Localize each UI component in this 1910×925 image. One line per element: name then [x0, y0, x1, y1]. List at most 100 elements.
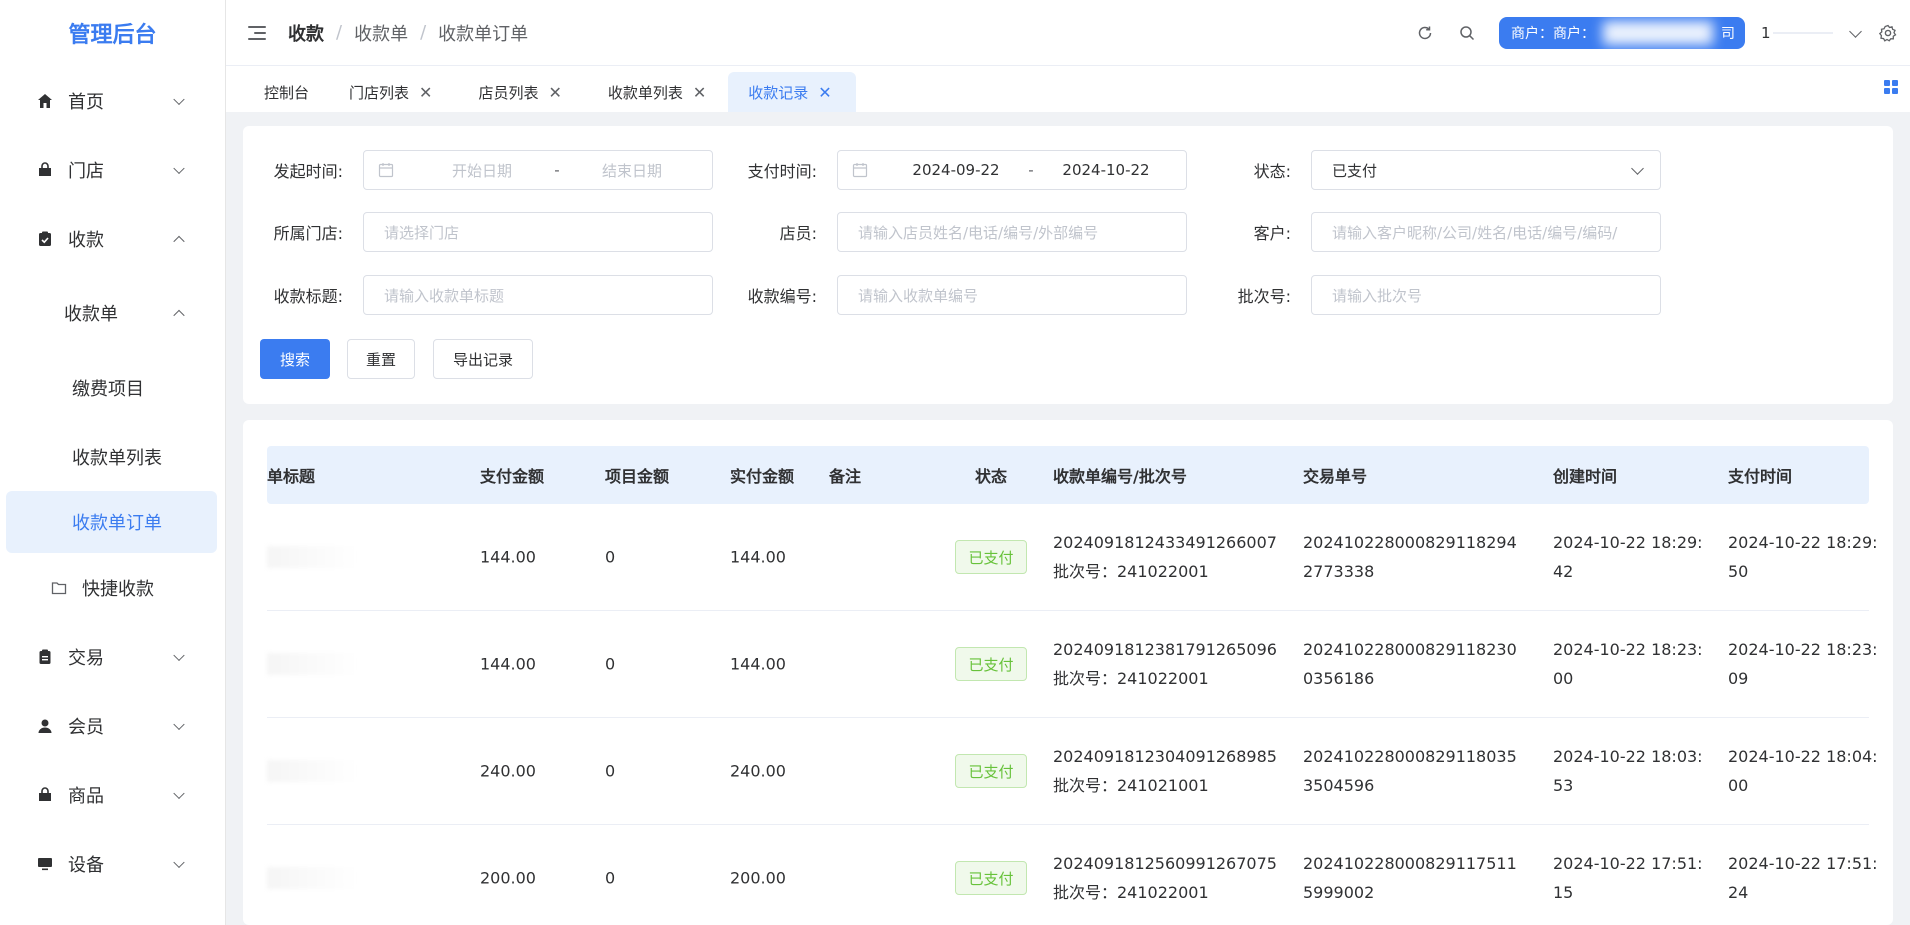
sidebar-item-home[interactable]: 首页	[0, 66, 225, 135]
filter-customer: 客户: 请输入客户昵称/公司/姓名/电话/编号/编码/	[1191, 212, 1661, 252]
close-icon[interactable]: ✕	[419, 83, 432, 102]
close-icon[interactable]: ✕	[548, 83, 561, 102]
app-root: 管理后台 首页 门店 收款 收款单 缴费项目 收款单列表 收款单订单 快捷收款 …	[0, 0, 1910, 925]
sidebar-item-label: 快捷收款	[82, 578, 154, 600]
sidebar-item-collection[interactable]: 收款	[0, 204, 225, 273]
table-row[interactable]: 144.00 0 144.00 已支付 20240918123817912650…	[267, 611, 1878, 718]
filter-store: 所属门店: 请选择门店	[243, 212, 713, 252]
actual-amount: 200.00	[730, 868, 786, 888]
sidebar-item-label: 收款单	[64, 304, 118, 325]
menu-toggle-icon[interactable]	[248, 25, 266, 40]
trade-number: 2024102280008291182942773338	[1303, 533, 1517, 581]
batch-input[interactable]: 请输入批次号	[1311, 275, 1661, 315]
chevron-down-icon	[173, 787, 185, 799]
user-icon	[36, 717, 54, 735]
code-input[interactable]: 请输入收款单编号	[837, 275, 1187, 315]
close-icon[interactable]: ✕	[818, 83, 831, 102]
end-date-input[interactable]: 结束日期	[572, 160, 692, 181]
refresh-icon[interactable]	[1415, 23, 1435, 43]
tab-store-list[interactable]: 门店列表 ✕	[325, 72, 454, 112]
collection-code: 20240918123817912650​96	[1053, 640, 1277, 659]
filter-panel: 发起时间: 开始日期 - 结束日期 支付时间: 2024-09-22 - 202…	[243, 126, 1893, 404]
tab-label: 店员列表	[478, 83, 539, 102]
pay-amount: 240.00	[480, 761, 536, 781]
sidebar-item-device[interactable]: 设备	[0, 829, 225, 898]
sidebar-item-collection-form[interactable]: 收款单	[0, 273, 225, 353]
customer-input[interactable]: 请输入客户昵称/公司/姓名/电话/编号/编码/	[1311, 212, 1661, 252]
pay-amount: 200.00	[480, 868, 536, 888]
pay-amount: 144.00	[480, 547, 536, 567]
table-row[interactable]: 240.00 0 240.00 已支付 20240918123040912689…	[267, 718, 1878, 825]
redacted-title	[267, 653, 357, 675]
gear-icon[interactable]	[1878, 23, 1898, 43]
user-name[interactable]: 1	[1761, 24, 1851, 42]
table-row[interactable]: 200.00 0 200.00 已支付 20240918125609912670…	[267, 825, 1878, 925]
clerk-input[interactable]: 请输入店员姓名/电话/编号/外部编号	[837, 212, 1187, 252]
search-button[interactable]: 搜索	[260, 339, 330, 379]
sidebar-item-fee-items[interactable]: 缴费项目	[0, 353, 225, 422]
app-logo[interactable]: 管理后台	[0, 0, 225, 66]
sidebar-item-label: 交易	[68, 647, 104, 669]
batch-number: 批次号：241021001	[1053, 776, 1209, 795]
field-label: 店员:	[779, 224, 817, 243]
collection-code: 20240918123040912689​85	[1053, 747, 1277, 766]
pay-date-range-picker[interactable]: 2024-09-22 - 2024-10-22	[837, 150, 1187, 190]
column-header: 支付时间	[1728, 467, 1793, 486]
start-date-input[interactable]: 开始日期	[422, 160, 542, 181]
column-header: 项目金额	[605, 467, 670, 486]
batch-number: 批次号：241022001	[1053, 669, 1209, 688]
sidebar-item-label: 会员	[68, 716, 104, 738]
collection-code-cell: 20240918125609912670​75 批次号：241022001	[1053, 849, 1293, 907]
tab-label: 收款单列表	[607, 83, 683, 102]
grid-icon[interactable]	[1884, 80, 1898, 94]
tab-clerk-list[interactable]: 店员列表 ✕	[454, 72, 583, 112]
field-label: 支付时间:	[747, 162, 817, 181]
sidebar-item-quick-collection[interactable]: 快捷收款	[0, 553, 225, 622]
column-header: 支付金额	[480, 467, 545, 486]
sidebar-item-store[interactable]: 门店	[0, 135, 225, 204]
tab-collection-records[interactable]: 收款记录 ✕	[728, 72, 856, 112]
trade-number: 2024102280008291182300356186	[1303, 640, 1517, 688]
folder-icon	[50, 579, 68, 597]
merchant-switcher[interactable]: 商户：商户： 司	[1499, 17, 1745, 49]
filter-title: 收款标题: 请输入收款单标题	[243, 275, 713, 315]
title-input[interactable]: 请输入收款单标题	[363, 275, 713, 315]
batch-number: 批次号：241022001	[1053, 562, 1209, 581]
store-select[interactable]: 请选择门店	[363, 212, 713, 252]
redacted-title	[267, 867, 357, 889]
tab-dashboard[interactable]: 控制台	[226, 72, 325, 112]
tab-label: 门店列表	[349, 83, 410, 102]
breadcrumb-item[interactable]: 收款	[288, 20, 324, 46]
filter-clerk: 店员: 请输入店员姓名/电话/编号/外部编号	[717, 212, 1187, 252]
sidebar-item-trade[interactable]: 交易	[0, 622, 225, 691]
trade-number: 2024102280008291175115999002	[1303, 854, 1517, 902]
pay-start-date[interactable]: 2024-09-22	[896, 161, 1016, 179]
collection-code: 20240918125609912670​75	[1053, 854, 1277, 873]
breadcrumb-separator: /	[336, 22, 343, 43]
breadcrumb-item[interactable]: 收款单	[354, 20, 408, 46]
export-button[interactable]: 导出记录	[433, 339, 533, 379]
search-icon[interactable]	[1457, 23, 1477, 43]
status-badge: 已支付	[955, 861, 1027, 895]
sidebar-item-collection-list[interactable]: 收款单列表	[0, 422, 225, 491]
merchant-label: 商户：商户：	[1511, 26, 1595, 42]
clipboard-icon	[36, 648, 54, 666]
table-row[interactable]: 144.00 0 144.00 已支付 20240918124334912660…	[267, 504, 1878, 611]
sidebar-item-goods[interactable]: 商品	[0, 760, 225, 829]
field-label: 收款编号:	[747, 287, 817, 306]
chevron-down-icon[interactable]	[1849, 24, 1862, 38]
status-badge: 已支付	[955, 540, 1027, 574]
status-select[interactable]: 已支付	[1311, 150, 1661, 190]
calendar-icon	[852, 162, 868, 178]
header-actions: 商户：商户： 司 1	[1415, 0, 1910, 66]
start-date-range-picker[interactable]: 开始日期 - 结束日期	[363, 150, 713, 190]
pay-end-date[interactable]: 2024-10-22	[1046, 161, 1166, 179]
tab-collection-list[interactable]: 收款单列表 ✕	[584, 72, 728, 112]
close-icon[interactable]: ✕	[693, 83, 706, 102]
sidebar-item-collection-orders[interactable]: 收款单订单	[6, 491, 217, 553]
reset-button[interactable]: 重置	[347, 339, 415, 379]
field-label: 批次号:	[1237, 287, 1291, 306]
collection-code-cell: 20240918123040912689​85 批次号：241021001	[1053, 742, 1293, 800]
sidebar-item-member[interactable]: 会员	[0, 691, 225, 760]
tab-label: 控制台	[264, 83, 310, 102]
